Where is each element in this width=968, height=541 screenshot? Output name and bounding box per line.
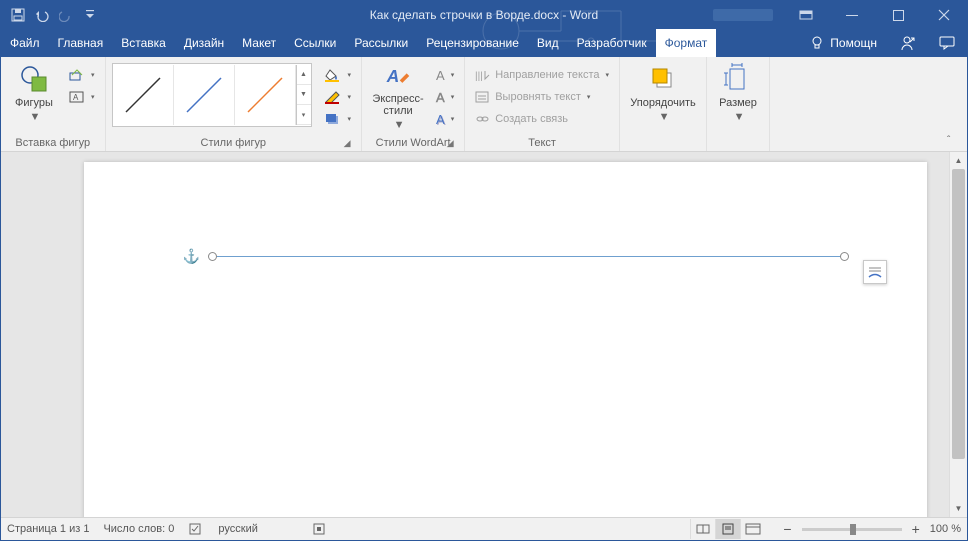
undo-button[interactable] xyxy=(31,4,53,26)
shape-outline-button[interactable]: ▾ xyxy=(320,87,356,107)
size-button[interactable]: Размер ▼ xyxy=(713,61,763,131)
read-mode-button[interactable] xyxy=(690,519,715,539)
view-buttons xyxy=(690,519,765,539)
collapse-ribbon-button[interactable]: ˆ xyxy=(947,135,961,149)
quick-access-toolbar xyxy=(1,4,107,26)
tab-format[interactable]: Формат xyxy=(656,29,717,57)
text-box-button[interactable]: A▾ xyxy=(65,87,99,107)
group-arrange: Упорядочить ▼ xyxy=(620,57,707,151)
group-wordart-styles: A Экспресс-стили ▼ A▾ A▾ A▾ Стили WordAr… xyxy=(362,57,465,151)
ribbon-display-button[interactable] xyxy=(783,1,829,29)
group-text: |||Направление текста▾ Выровнять текст▾ … xyxy=(465,57,620,151)
print-layout-button[interactable] xyxy=(715,519,740,539)
svg-text:A: A xyxy=(73,93,79,102)
layout-options-button[interactable] xyxy=(863,260,887,284)
word-count[interactable]: Число слов: 0 xyxy=(103,523,174,535)
web-layout-button[interactable] xyxy=(740,519,765,539)
size-icon xyxy=(722,63,754,95)
tab-design[interactable]: Дизайн xyxy=(175,29,233,57)
text-direction-button[interactable]: |||Направление текста▾ xyxy=(471,65,613,85)
style-preset-3[interactable] xyxy=(235,65,296,125)
svg-text:|||: ||| xyxy=(475,71,483,81)
redo-button[interactable] xyxy=(55,4,77,26)
ribbon-tabs: Файл Главная Вставка Дизайн Макет Ссылки… xyxy=(1,29,967,57)
dialog-launcher-icon[interactable]: ◢ xyxy=(341,138,353,150)
qat-customize-button[interactable] xyxy=(79,4,101,26)
wordart-icon: A xyxy=(382,63,414,91)
text-fill-button[interactable]: A▾ xyxy=(432,65,458,85)
tab-mailings[interactable]: Рассылки xyxy=(345,29,417,57)
group-label: Стили фигур◢ xyxy=(112,135,356,151)
gallery-scroll[interactable]: ▲▼▾ xyxy=(296,65,311,125)
tab-layout[interactable]: Макет xyxy=(233,29,285,57)
tab-review[interactable]: Рецензирование xyxy=(417,29,528,57)
resize-handle-end[interactable] xyxy=(840,252,849,261)
resize-handle-start[interactable] xyxy=(208,252,217,261)
svg-text:A: A xyxy=(386,66,400,86)
edit-shape-button[interactable]: ▾ xyxy=(65,65,99,85)
share-button[interactable] xyxy=(887,29,927,57)
title-bar: Как сделать строчки в Ворде.docx - Word xyxy=(1,1,967,29)
page[interactable]: ⚓ xyxy=(84,162,927,517)
group-label: Вставка фигур xyxy=(7,135,99,151)
document-area: ⚓ ▲ ▼ xyxy=(1,152,967,517)
maximize-button[interactable] xyxy=(875,1,921,29)
comments-button[interactable] xyxy=(927,29,967,57)
text-effects-button[interactable]: A▾ xyxy=(432,109,458,129)
save-button[interactable] xyxy=(7,4,29,26)
align-text-button[interactable]: Выровнять текст▾ xyxy=(471,87,613,107)
page-indicator[interactable]: Страница 1 из 1 xyxy=(7,523,89,535)
window-controls xyxy=(703,1,967,29)
vertical-scrollbar[interactable]: ▲ ▼ xyxy=(949,152,967,517)
shape-fill-button[interactable]: ▾ xyxy=(320,65,356,85)
tell-me-button[interactable]: Помощн xyxy=(800,29,887,57)
zoom-slider[interactable] xyxy=(802,528,902,531)
shape-effects-button[interactable]: ▾ xyxy=(320,109,356,129)
tab-references[interactable]: Ссылки xyxy=(285,29,345,57)
dialog-launcher-icon[interactable]: ◢ xyxy=(444,138,456,150)
group-size: Размер ▼ xyxy=(707,57,770,151)
tab-developer[interactable]: Разработчик xyxy=(568,29,656,57)
zoom-level[interactable]: 100 % xyxy=(930,523,961,535)
close-button[interactable] xyxy=(921,1,967,29)
lightbulb-icon xyxy=(810,36,824,50)
shapes-icon xyxy=(18,63,50,95)
shape-style-gallery[interactable]: ▲▼▾ xyxy=(112,63,312,127)
group-shape-styles: ▲▼▾ ▾ ▾ ▾ Стили фигур◢ xyxy=(106,57,363,151)
anchor-icon: ⚓ xyxy=(183,248,200,265)
scroll-down-button[interactable]: ▼ xyxy=(950,500,967,517)
minimize-button[interactable] xyxy=(829,1,875,29)
page-scroll[interactable]: ⚓ xyxy=(1,152,949,517)
arrange-button[interactable]: Упорядочить ▼ xyxy=(626,61,700,131)
account-placeholder[interactable] xyxy=(703,1,783,29)
group-label: Текст xyxy=(471,135,613,151)
zoom-in-button[interactable]: + xyxy=(908,521,924,537)
scroll-up-button[interactable]: ▲ xyxy=(950,152,967,169)
tab-home[interactable]: Главная xyxy=(49,29,113,57)
group-label: Стили WordArt◢ xyxy=(368,135,458,151)
tab-file[interactable]: Файл xyxy=(1,29,49,57)
zoom-out-button[interactable]: − xyxy=(779,521,795,537)
app-window: Как сделать строчки в Ворде.docx - Word … xyxy=(0,0,968,541)
create-link-button[interactable]: Создать связь xyxy=(471,109,613,129)
status-bar: Страница 1 из 1 Число слов: 0 русский − … xyxy=(1,517,967,540)
text-outline-button[interactable]: A▾ xyxy=(432,87,458,107)
macro-button[interactable] xyxy=(312,522,326,536)
style-preset-2[interactable] xyxy=(174,65,235,125)
zoom-slider-thumb[interactable] xyxy=(850,524,856,535)
group-insert-shapes: Фигуры ▼ ▾ A▾ Вставка фигур xyxy=(1,57,106,151)
language-indicator[interactable]: русский xyxy=(218,523,257,535)
ribbon: Фигуры ▼ ▾ A▾ Вставка фигур ▲▼▾ xyxy=(1,57,967,152)
spellcheck-button[interactable] xyxy=(188,522,204,536)
style-preset-1[interactable] xyxy=(113,65,174,125)
tab-insert[interactable]: Вставка xyxy=(112,29,175,57)
tab-view[interactable]: Вид xyxy=(528,29,568,57)
selected-line-shape[interactable] xyxy=(212,256,844,257)
arrange-icon xyxy=(647,63,679,95)
zoom-control: − + 100 % xyxy=(779,521,961,537)
shapes-gallery-button[interactable]: Фигуры ▼ xyxy=(7,61,61,131)
quick-styles-button[interactable]: A Экспресс-стили ▼ xyxy=(368,61,428,131)
scroll-thumb[interactable] xyxy=(952,169,965,459)
